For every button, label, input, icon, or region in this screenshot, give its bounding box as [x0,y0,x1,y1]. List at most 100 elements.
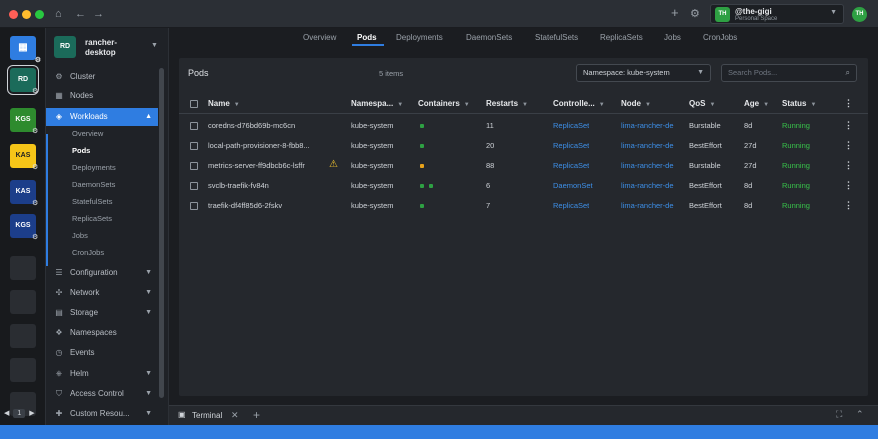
list-icon: ☰ [55,268,63,277]
cluster-header[interactable]: RD rancher-desktop ▼ [46,28,169,66]
sidebar-item-nodes[interactable]: ▦ Nodes [46,87,158,105]
namespace-select[interactable]: Namespace: kube-system ▼ [576,64,711,82]
tab-cronjobs[interactable]: CronJobs [703,33,737,42]
column-header-controlle[interactable]: Controlle... ▼ [553,99,605,108]
user-avatar: TH [715,7,730,22]
subnav-item-statefulsets[interactable]: StatefulSets [72,194,112,210]
tab-statefulsets[interactable]: StatefulSets [535,33,578,42]
tab-overview[interactable]: Overview [303,33,336,42]
subnav-item-replicasets[interactable]: ReplicaSets [72,211,112,227]
close-window-button[interactable] [9,10,18,19]
row-actions-menu-icon[interactable]: ⋮ [844,140,853,151]
pod-controller[interactable]: ReplicaSet [553,201,589,210]
row-checkbox[interactable] [190,202,198,210]
add-icon[interactable]: + [671,6,679,20]
back-icon[interactable]: ← [75,7,86,21]
table-row[interactable]: traefik-df4ff85d6-2fskv kube-system 7 Repli… [179,196,868,216]
new-tab-icon[interactable]: + [253,408,260,422]
sidebar-item-namespaces[interactable]: ❖ Namespaces [46,324,158,342]
sidebar-item-network[interactable]: ✣ Network ▼ [46,284,158,302]
close-terminal-icon[interactable]: ✕ [231,410,239,421]
column-header-name[interactable]: Name ▼ [208,99,240,108]
minimize-window-button[interactable] [22,10,31,19]
profile-avatar[interactable]: TH [852,7,867,22]
pod-node[interactable]: lima-rancher-de [621,121,674,130]
sidebar-item-label: Nodes [70,91,94,100]
pod-controller[interactable]: ReplicaSet [553,121,589,130]
pod-node[interactable]: lima-rancher-de [621,141,674,150]
pager-next-icon[interactable]: ▶ [29,409,34,417]
chevron-up-icon[interactable]: ⌃ [856,409,864,420]
sidebar-item-custom-resou[interactable]: ✚ Custom Resou... ▼ [46,405,158,423]
sidebar-item-access-control[interactable]: ⛉ Access Control ▼ [46,385,158,403]
row-actions-menu-icon[interactable]: ⋮ [844,200,853,211]
pod-controller[interactable]: ReplicaSet [553,161,589,170]
row-actions-menu-icon[interactable]: ⋮ [844,160,853,171]
table-row[interactable]: local-path-provisioner-8-fbb8... kube-sys… [179,136,868,156]
container-status-dot [420,164,424,168]
sidebar-item-cluster[interactable]: ⚙ Cluster [46,68,158,86]
subnav-item-cronjobs[interactable]: CronJobs [72,245,104,261]
user-space-selector[interactable]: TH @the-gigi Personal Space ▼ [710,4,844,24]
pod-age: 8d [744,201,753,210]
maximize-window-button[interactable] [35,10,44,19]
tab-replicasets[interactable]: ReplicaSets [600,33,643,42]
chevron-down-icon: ▼ [697,69,704,76]
table-row[interactable]: svclb-traefik-fv84n kube-system 6 DaemonSet… [179,176,868,196]
table-row[interactable]: coredns-d76bd69b-mc6cn kube-system 11 Repli… [179,116,868,136]
column-header-status[interactable]: Status ▼ [782,99,816,108]
layers-icon: ❖ [55,328,63,337]
row-checkbox[interactable] [190,182,198,190]
tab-daemonsets[interactable]: DaemonSets [466,33,512,42]
column-header-node[interactable]: Node ▼ [621,99,651,108]
sidebar-item-helm[interactable]: ⎈ Helm ▼ [46,365,158,383]
sidebar-item-storage[interactable]: ▤ Storage ▼ [46,304,158,322]
settings-gear-icon[interactable]: ⚙ [690,7,700,21]
row-checkbox[interactable] [190,122,198,130]
column-header-age[interactable]: Age ▼ [744,99,769,108]
pod-node[interactable]: lima-rancher-de [621,181,674,190]
pod-node[interactable]: lima-rancher-de [621,161,674,170]
catalog-button[interactable]: ▦ ⚙ [10,36,41,64]
cluster-rail: ▦ ⚙ RD ⚙ KGS ⚙ KAS ⚙ KAS ⚙ KGS ⚙ [0,28,46,439]
row-checkbox[interactable] [190,162,198,170]
chevron-down-icon: ▼ [145,410,152,417]
tab-pods[interactable]: Pods [357,33,377,42]
pod-node[interactable]: lima-rancher-de [621,201,674,210]
row-checkbox[interactable] [190,142,198,150]
subnav-item-overview[interactable]: Overview [72,126,103,142]
column-header-qos[interactable]: QoS ▼ [689,99,715,108]
row-actions-menu-icon[interactable]: ⋮ [844,120,853,131]
pod-restarts: 7 [486,201,491,210]
terminal-tab-label[interactable]: Terminal [192,411,222,420]
search-input[interactable] [728,68,838,77]
search-pods-field[interactable]: ⌕ [721,64,857,82]
pod-qos: Burstable [689,161,721,170]
subnav-item-pods[interactable]: Pods [72,143,90,159]
tab-jobs[interactable]: Jobs [664,33,681,42]
table-row[interactable]: metrics-server-ff9dbcb6c-lsffr kube-syste… [179,156,868,176]
sidebar-item-configuration[interactable]: ☰ Configuration ▼ [46,264,158,282]
sidebar-scrollbar[interactable] [159,68,164,398]
columns-menu-icon[interactable]: ⋮ [844,98,853,109]
select-all-checkbox[interactable] [190,100,198,108]
tab-deployments[interactable]: Deployments [396,33,443,42]
subnav-item-deployments[interactable]: Deployments [72,160,116,176]
warning-icon[interactable]: ⚠ [329,160,338,170]
pod-controller[interactable]: ReplicaSet [553,141,589,150]
sidebar-item-events[interactable]: ◷ Events [46,344,158,362]
fullscreen-icon[interactable]: ⛶ [836,409,842,420]
pod-restarts: 11 [486,121,494,130]
column-header-containers[interactable]: Containers ▼ [418,99,470,108]
pod-namespace: kube-system [351,181,394,190]
pager-prev-icon[interactable]: ◀ [4,409,9,417]
subnav-item-jobs[interactable]: Jobs [72,228,88,244]
pod-controller[interactable]: DaemonSet [553,181,593,190]
forward-icon[interactable]: → [93,7,104,21]
sidebar-item-workloads[interactable]: ◈ Workloads ▲ [46,108,158,126]
subnav-item-daemonsets[interactable]: DaemonSets [72,177,115,193]
column-header-restarts[interactable]: Restarts ▼ [486,99,528,108]
column-header-namespa[interactable]: Namespa... ▼ [351,99,403,108]
row-actions-menu-icon[interactable]: ⋮ [844,180,853,191]
home-icon[interactable]: ⌂ [55,7,62,21]
